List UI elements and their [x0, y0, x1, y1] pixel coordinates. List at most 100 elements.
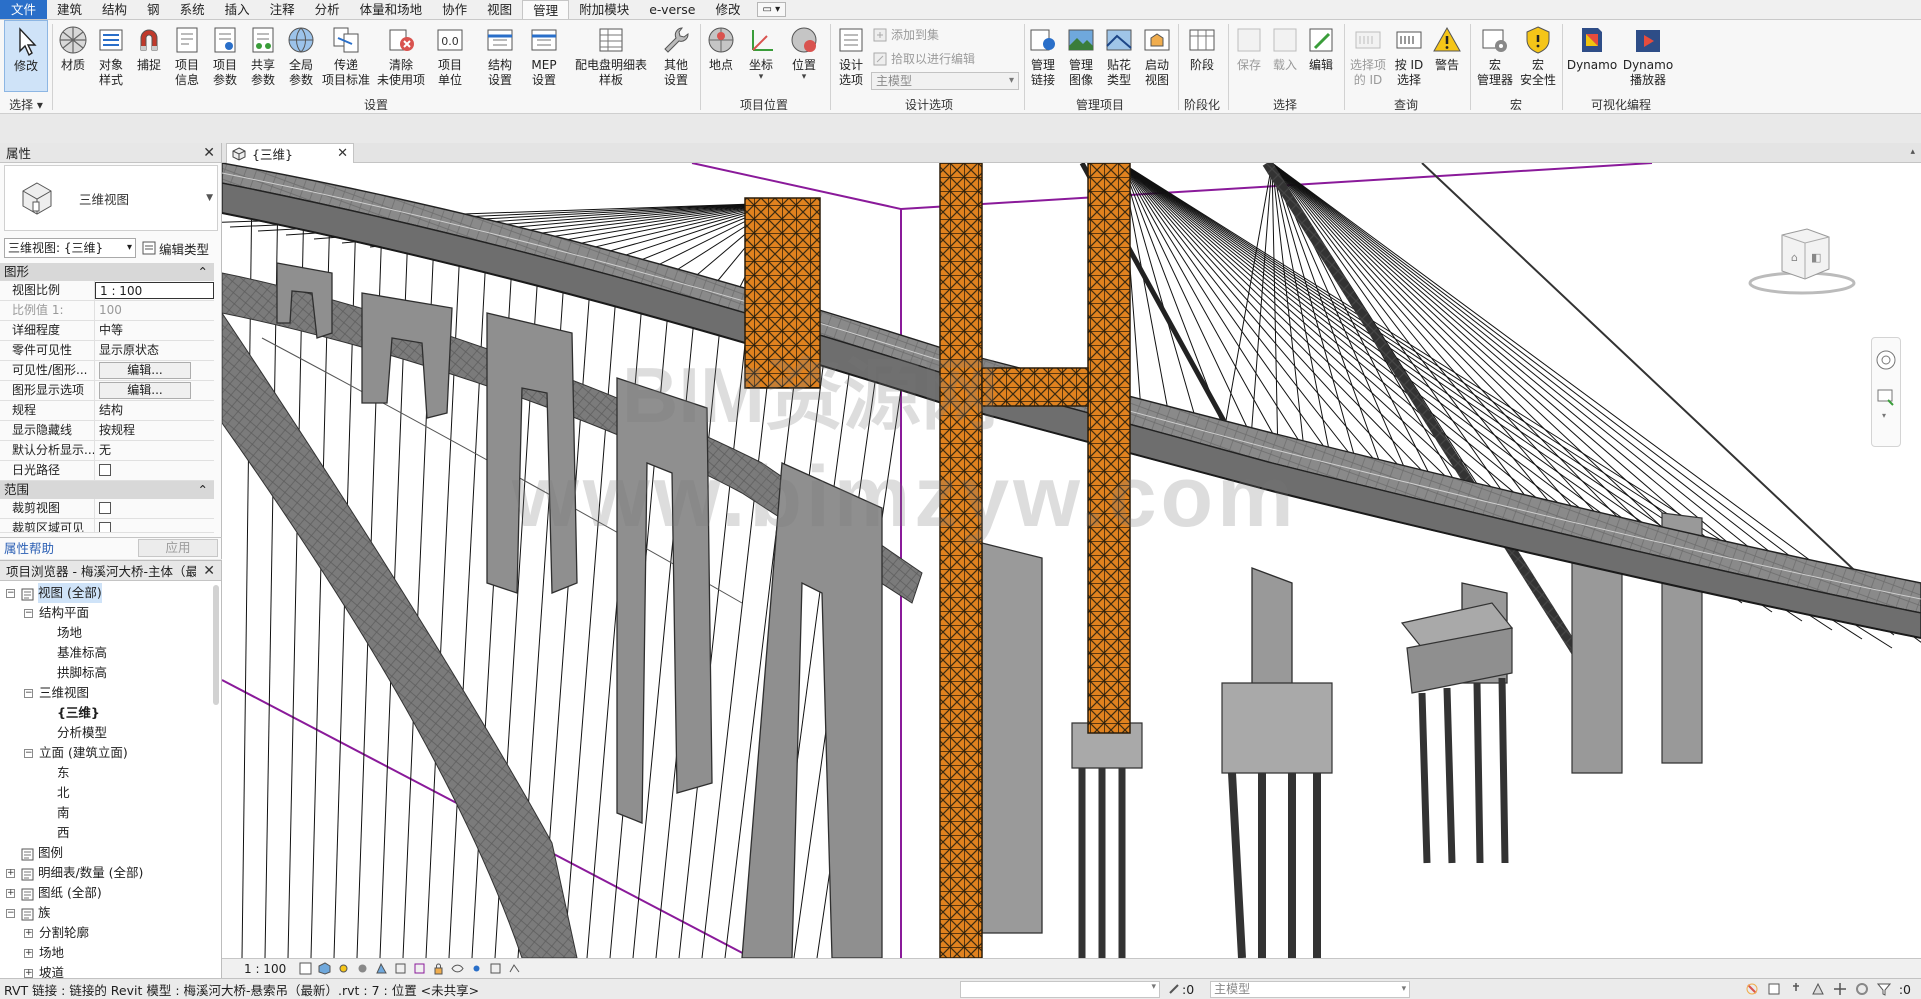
- starting-view-button[interactable]: 启动 视图: [1140, 20, 1174, 88]
- save-selection-button[interactable]: 保存: [1232, 20, 1266, 73]
- lock-view-icon[interactable]: [432, 962, 445, 975]
- collapse-icon[interactable]: −: [24, 748, 33, 758]
- design-options-button[interactable]: 设计 选项: [834, 20, 868, 88]
- manage-images-button[interactable]: 管理 图像: [1064, 20, 1098, 88]
- collapse-icon[interactable]: ⌃: [198, 263, 208, 281]
- show-crop-region-icon[interactable]: [413, 962, 426, 975]
- 3d-viewport[interactable]: BIM资源网 www.bimzyw.com ⌂ ◧ ▾: [222, 163, 1921, 958]
- apply-button[interactable]: 应用: [138, 538, 218, 557]
- filter-icon[interactable]: [1876, 982, 1891, 996]
- collapse-icon[interactable]: −: [6, 908, 15, 918]
- global-parameters-button[interactable]: 全局 参数: [284, 20, 318, 88]
- close-icon[interactable]: ✕: [203, 563, 215, 579]
- prop-row[interactable]: 详细程度 中等: [0, 321, 214, 341]
- materials-button[interactable]: 材质: [56, 20, 90, 73]
- tree-item[interactable]: − 立面 (建筑立面): [24, 743, 128, 763]
- manage-links-button[interactable]: 管理 链接: [1026, 20, 1060, 88]
- view-cube[interactable]: ⌂ ◧: [1747, 227, 1857, 300]
- coordinates-button[interactable]: 坐标 ▾: [744, 20, 778, 82]
- macro-security-button[interactable]: 宏 安全性: [1518, 20, 1558, 88]
- collapse-icon[interactable]: ⌃: [198, 481, 208, 499]
- other-settings-button[interactable]: 其他 设置: [656, 20, 696, 88]
- prop-row[interactable]: 默认分析显示... 无: [0, 441, 214, 461]
- tab-architecture[interactable]: 建筑: [47, 0, 92, 19]
- phases-button[interactable]: 阶段: [1182, 20, 1222, 73]
- crop-view-icon[interactable]: [394, 962, 407, 975]
- tree-item[interactable]: 拱脚标高: [42, 663, 107, 683]
- close-icon[interactable]: ✕: [203, 145, 215, 161]
- transfer-standards-button[interactable]: 传递 项目标准: [322, 20, 370, 88]
- shadows-icon[interactable]: [356, 962, 369, 975]
- ribbon-toggle-button[interactable]: ▭ ▾: [756, 2, 787, 17]
- crop-region-visible-checkbox[interactable]: [99, 522, 111, 532]
- steering-wheel-icon[interactable]: [1876, 350, 1896, 370]
- edit-type-button[interactable]: 编辑类型: [142, 239, 209, 258]
- crop-view-checkbox[interactable]: [99, 502, 111, 514]
- ids-of-selection-button[interactable]: 选择项 的 ID: [1348, 20, 1388, 88]
- hide-analytical-icon[interactable]: [508, 962, 521, 975]
- tree-item[interactable]: + 坡道: [24, 963, 64, 978]
- chevron-down-icon[interactable]: ▾: [1882, 411, 1886, 420]
- snaps-button[interactable]: 捕捉: [132, 20, 166, 73]
- tree-item[interactable]: − 族: [6, 903, 51, 923]
- load-selection-button[interactable]: 载入: [1268, 20, 1302, 73]
- purge-unused-button[interactable]: 清除 未使用项: [374, 20, 428, 88]
- tab-collaborate[interactable]: 协作: [432, 0, 477, 19]
- mep-settings-button[interactable]: MEP 设置: [524, 20, 564, 88]
- position-button[interactable]: 位置 ▾: [784, 20, 824, 82]
- edit-selection-button[interactable]: 编辑: [1304, 20, 1338, 73]
- select-panel-title[interactable]: 选择 ▾: [4, 96, 48, 113]
- workset-combo[interactable]: [960, 980, 1160, 998]
- visual-style-icon[interactable]: [318, 962, 331, 975]
- tree-item[interactable]: 北: [42, 783, 70, 803]
- expand-icon[interactable]: +: [6, 888, 15, 898]
- expand-icon[interactable]: +: [24, 928, 33, 938]
- macro-manager-button[interactable]: 宏 管理器: [1474, 20, 1516, 88]
- project-units-button[interactable]: 0.0 项目 单位: [432, 20, 468, 88]
- background-process-icon[interactable]: [1855, 982, 1869, 996]
- tree-item[interactable]: 南: [42, 803, 70, 823]
- shared-parameters-button[interactable]: 共享 参数: [246, 20, 280, 88]
- tab-structure[interactable]: 结构: [92, 0, 137, 19]
- tree-item[interactable]: 图例: [6, 843, 63, 863]
- sun-path-checkbox[interactable]: [99, 464, 111, 476]
- modify-button[interactable]: 修改: [4, 20, 48, 92]
- type-selector[interactable]: 三维视图 ▼: [4, 165, 218, 231]
- tab-e-verse[interactable]: e-verse: [639, 0, 705, 19]
- graphic-display-edit-button[interactable]: 编辑...: [99, 382, 191, 399]
- tab-add-ins[interactable]: 附加模块: [569, 0, 639, 19]
- view-tab-3d[interactable]: {三维} ✕: [226, 143, 354, 163]
- collapse-icon[interactable]: −: [24, 688, 33, 698]
- close-icon[interactable]: ✕: [337, 146, 348, 161]
- drag-elements-icon[interactable]: [1833, 982, 1847, 996]
- structural-settings-button[interactable]: 结构 设置: [478, 20, 522, 88]
- tree-item[interactable]: {三维}: [42, 703, 100, 723]
- expand-icon[interactable]: +: [24, 968, 33, 978]
- tree-item[interactable]: 东: [42, 763, 70, 783]
- properties-help-link[interactable]: 属性帮助: [4, 538, 54, 557]
- tree-item[interactable]: 基准标高: [42, 643, 107, 663]
- zoom-icon[interactable]: [1877, 389, 1894, 406]
- expand-icon[interactable]: +: [6, 868, 15, 878]
- tab-massing-site[interactable]: 体量和场地: [350, 0, 433, 19]
- reveal-hidden-icon[interactable]: [470, 962, 483, 975]
- visibility-graphics-edit-button[interactable]: 编辑...: [99, 362, 191, 379]
- project-parameters-button[interactable]: 项目 参数: [208, 20, 242, 88]
- detail-level-icon[interactable]: [299, 962, 312, 975]
- tab-overflow-icon[interactable]: ▴: [1910, 147, 1915, 157]
- select-by-id-button[interactable]: 按 ID 选择: [1392, 20, 1426, 88]
- object-styles-button[interactable]: 对象 样式: [94, 20, 128, 88]
- select-underlay-icon[interactable]: [1767, 982, 1781, 996]
- tab-view[interactable]: 视图: [477, 0, 522, 19]
- tree-item[interactable]: 场地: [42, 623, 82, 643]
- select-links-icon[interactable]: [1745, 982, 1759, 996]
- tree-item[interactable]: − 三维视图: [24, 683, 89, 703]
- editing-requests[interactable]: :0: [1168, 982, 1194, 997]
- dynamo-player-button[interactable]: Dynamo 播放器: [1620, 20, 1676, 88]
- dynamo-button[interactable]: Dynamo: [1566, 20, 1618, 73]
- tree-item[interactable]: + 场地: [24, 943, 64, 963]
- tab-modify[interactable]: 修改: [706, 0, 751, 19]
- tab-analyze[interactable]: 分析: [305, 0, 350, 19]
- select-by-face-icon[interactable]: [1811, 982, 1825, 996]
- design-option-status-combo[interactable]: 主模型: [1210, 980, 1411, 998]
